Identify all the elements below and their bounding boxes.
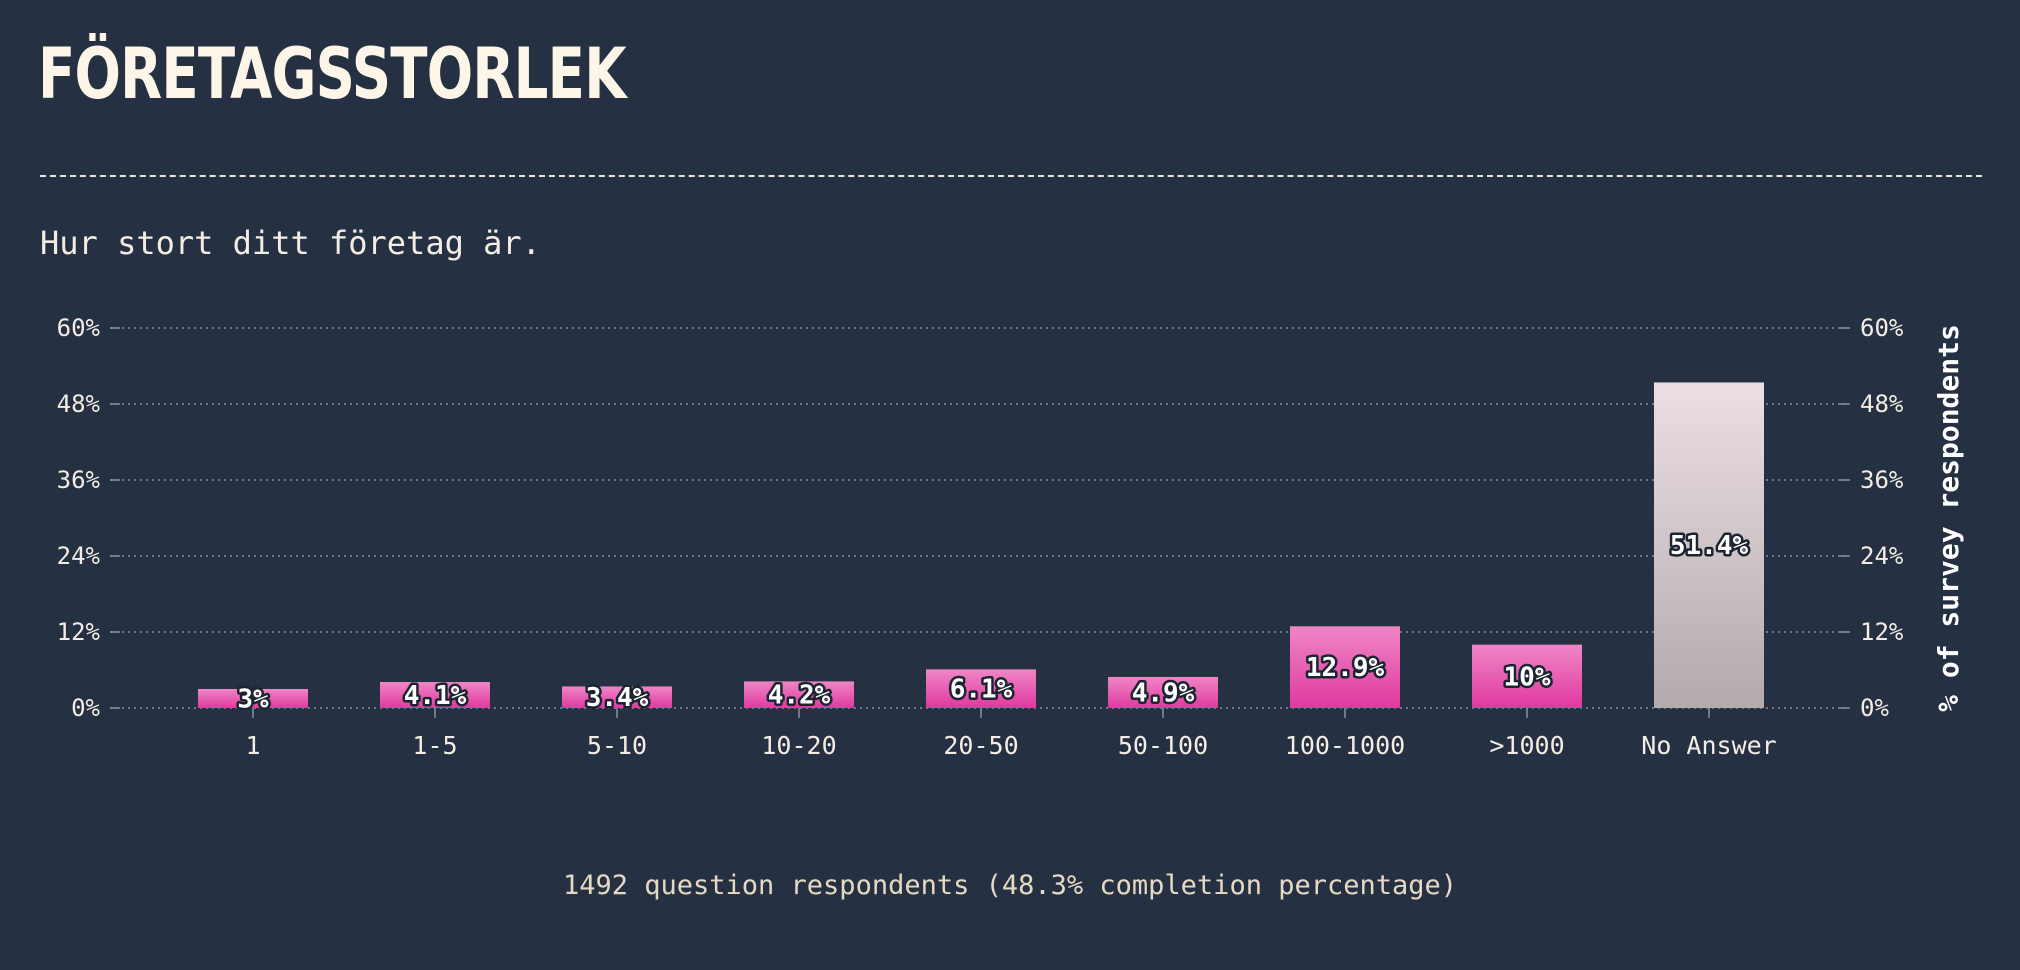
y-tick-label-right: 48% xyxy=(1860,390,1904,418)
bar-value-label: 4.9% xyxy=(1132,678,1195,708)
bar-value-labels: 3% 4.1% 3.4% 4.2% 6.1% 4.9% 12.9% 10% 51.4% xyxy=(235,529,1751,717)
x-tick-label: 1-5 xyxy=(412,731,457,760)
respondents-footer: 1492 question respondents (48.3% complet… xyxy=(562,870,1458,901)
bar-value-label: 10% xyxy=(1504,662,1551,692)
x-tick-label: 5-10 xyxy=(587,731,647,760)
x-tick-label: 50-100 xyxy=(1118,731,1208,760)
y-tick-label-left: 36% xyxy=(57,466,101,494)
y-tick-label-right: 0% xyxy=(1860,694,1889,722)
bar-value-label: 3% xyxy=(237,685,269,715)
bars xyxy=(198,382,1764,708)
grid-lines xyxy=(110,327,1850,709)
x-tick-label: 1 xyxy=(245,731,260,760)
y-tick-label-right: 24% xyxy=(1860,542,1904,570)
y-tick-label-left: 12% xyxy=(57,618,101,646)
bar-value-label: 6.1% xyxy=(950,675,1013,705)
y-tick-label-left: 48% xyxy=(57,390,101,418)
y-tick-label-right: 60% xyxy=(1860,314,1904,342)
y-tick-label-left: 0% xyxy=(71,694,100,722)
y-axis-title: % of survey respondents xyxy=(1932,324,1965,712)
y-tick-label-right: 12% xyxy=(1860,618,1904,646)
x-tick-label: >1000 xyxy=(1489,731,1564,760)
x-tick-label: 10-20 xyxy=(761,731,836,760)
x-tick-label: 20-50 xyxy=(943,731,1018,760)
bar-value-label: 51.4% xyxy=(1670,531,1749,561)
bar-value-label: 3.4% xyxy=(586,683,649,713)
bar-chart: 0% 0% 12% 12% 24% 24% 36% 36% 48% 48% 60% 60% 1 1-5 5-… xyxy=(57,314,1965,760)
bar-value-label: 12.9% xyxy=(1306,653,1385,683)
x-tick-label: No Answer xyxy=(1641,731,1776,760)
bar-value-label: 4.2% xyxy=(768,681,831,711)
bar-value-label: 4.1% xyxy=(404,681,467,711)
x-tick-label: 100-1000 xyxy=(1285,731,1405,760)
y-tick-label-left: 24% xyxy=(57,542,101,570)
y-tick-label-left: 60% xyxy=(57,314,101,342)
y-tick-label-right: 36% xyxy=(1860,466,1904,494)
